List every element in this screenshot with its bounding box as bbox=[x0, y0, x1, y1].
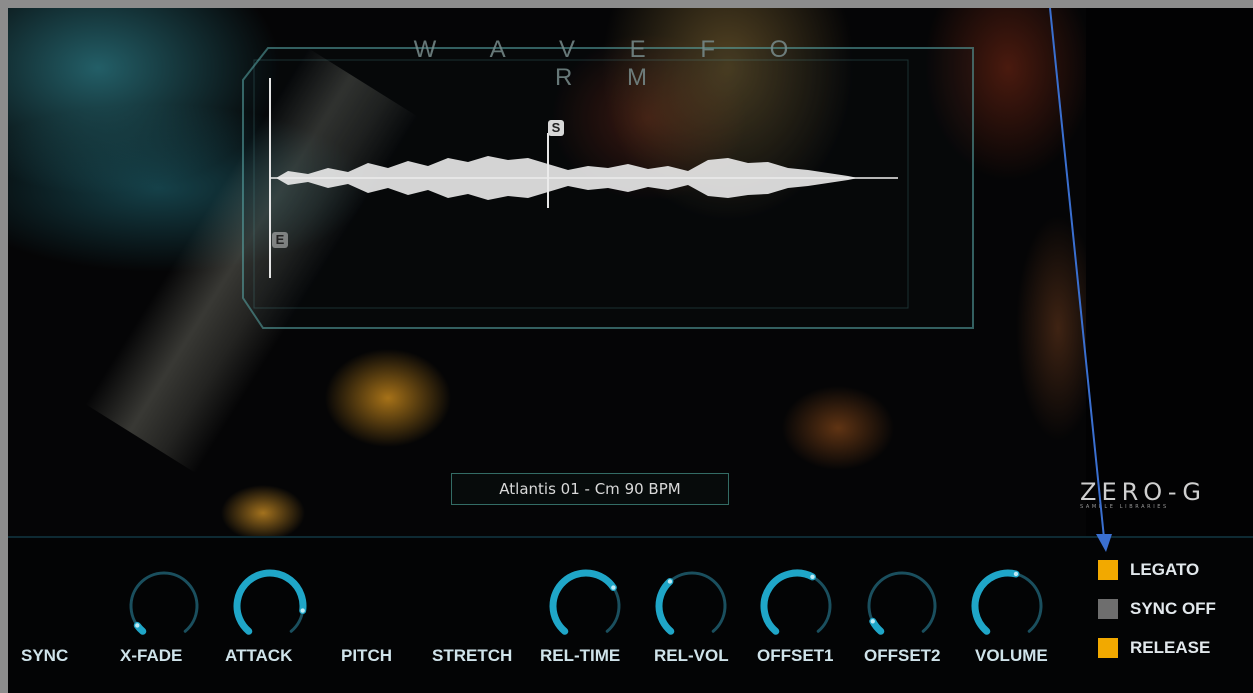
knob-indicator bbox=[810, 574, 815, 580]
start-marker-handle[interactable]: S bbox=[548, 120, 564, 136]
knob-track bbox=[129, 571, 199, 633]
attack-label: ATTACK bbox=[225, 646, 293, 665]
knob-value-arc bbox=[971, 569, 1020, 635]
sync-off-checkbox[interactable] bbox=[1098, 599, 1118, 619]
knob-indicator bbox=[870, 619, 875, 624]
knob-indicator bbox=[135, 623, 140, 628]
controls-bar: SYNC X-FADE ATTACK PITCH STRETCH REL-TIM… bbox=[8, 536, 1253, 693]
release-toggle[interactable]: RELEASE bbox=[1098, 638, 1253, 662]
sync-off-toggle[interactable]: SYNC OFF bbox=[1098, 599, 1253, 623]
legato-toggle[interactable]: LEGATO bbox=[1098, 560, 1253, 584]
knob-indicator bbox=[667, 579, 673, 584]
offset1-knob[interactable] bbox=[757, 566, 837, 646]
legato-checkbox[interactable] bbox=[1098, 560, 1118, 580]
knob-value-arc bbox=[655, 577, 675, 635]
offset2-label: OFFSET2 bbox=[864, 646, 941, 665]
instrument-panel: W A V E F O R M S E Atlantis 01 - Cm 90 … bbox=[8, 8, 1253, 693]
attack-knob[interactable] bbox=[230, 566, 310, 646]
pitch-label: PITCH bbox=[341, 646, 392, 665]
offset2-knob[interactable] bbox=[862, 566, 942, 646]
logo-wordmark: ZERO-G bbox=[1080, 478, 1206, 506]
sample-name-display[interactable]: Atlantis 01 - Cm 90 BPM bbox=[451, 473, 729, 505]
knob-indicator bbox=[1013, 571, 1019, 577]
rel-time-knob[interactable] bbox=[546, 566, 626, 646]
knob-value-arc bbox=[233, 569, 307, 635]
release-checkbox[interactable] bbox=[1098, 638, 1118, 658]
release-label: RELEASE bbox=[1130, 638, 1211, 657]
knob-track bbox=[867, 571, 937, 633]
stretch-label: STRETCH bbox=[432, 646, 513, 665]
knob-indicator bbox=[300, 608, 305, 613]
zero-g-logo: ZERO-G SAMPLE LIBRARIES bbox=[1080, 478, 1220, 510]
offset1-label: OFFSET1 bbox=[757, 646, 834, 665]
knob-value-arc bbox=[760, 569, 816, 635]
sync-off-label: SYNC OFF bbox=[1130, 599, 1216, 618]
legato-label: LEGATO bbox=[1130, 560, 1200, 579]
end-marker-handle[interactable]: E bbox=[272, 232, 288, 248]
volume-label: VOLUME bbox=[975, 646, 1048, 665]
knob-value-arc bbox=[549, 569, 617, 635]
sync-label: SYNC bbox=[21, 646, 69, 665]
rel-time-label: REL-TIME bbox=[540, 646, 621, 665]
rel-vol-knob[interactable] bbox=[652, 566, 732, 646]
rel-vol-label: REL-VOL bbox=[654, 646, 729, 665]
volume-knob[interactable] bbox=[968, 566, 1048, 646]
waveform-title: W A V E F O R M bbox=[413, 36, 813, 91]
knob-indicator bbox=[611, 585, 616, 590]
xfade-knob[interactable] bbox=[124, 566, 204, 646]
xfade-label: X-FADE bbox=[120, 646, 183, 665]
